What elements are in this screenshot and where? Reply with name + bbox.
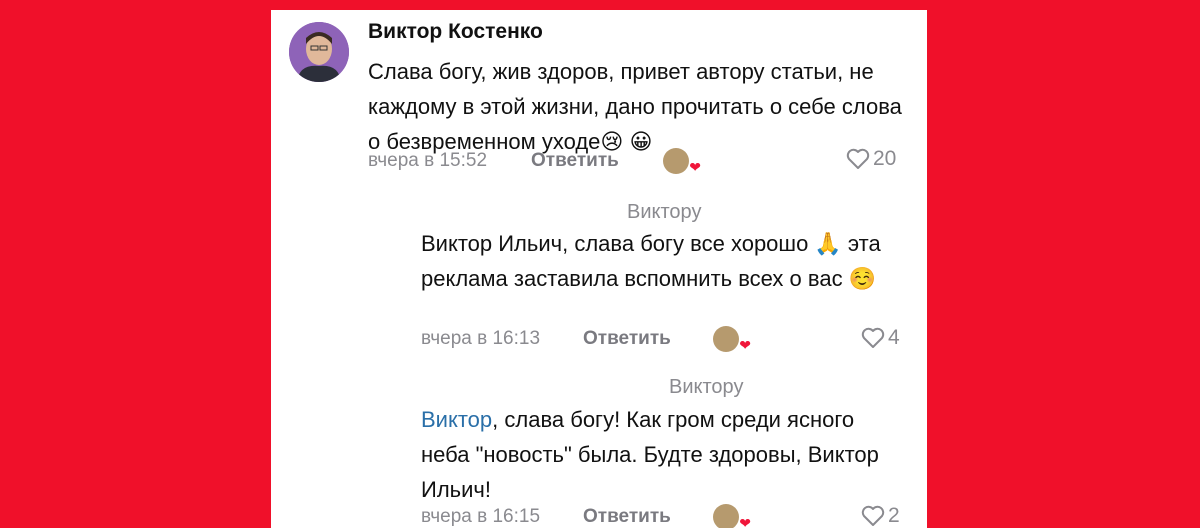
like-button[interactable]: 20 bbox=[846, 147, 896, 171]
heart-icon: ❤ bbox=[739, 515, 751, 528]
comment-timestamp: вчера в 16:15 bbox=[421, 506, 541, 527]
heart-icon: ❤ bbox=[689, 159, 701, 175]
heart-icon: ❤ bbox=[739, 337, 751, 353]
like-count: 2 bbox=[888, 504, 900, 527]
like-button[interactable]: 4 bbox=[861, 326, 900, 350]
comment-timestamp: вчера в 16:13 bbox=[421, 328, 541, 349]
reply-button[interactable]: Ответить bbox=[531, 150, 619, 172]
heart-outline-icon bbox=[846, 148, 870, 169]
comment-text: Виктор Ильич, слава богу все хорошо 🙏 эт… bbox=[421, 231, 881, 291]
heart-outline-icon bbox=[861, 327, 885, 348]
reaction-badge-icon[interactable]: ❤ bbox=[663, 148, 701, 174]
like-count: 20 bbox=[873, 147, 897, 170]
reply-to-label: Виктору bbox=[627, 201, 702, 223]
comment-author[interactable]: Виктор Костенко bbox=[368, 20, 543, 44]
reply-button[interactable]: Ответить bbox=[583, 506, 671, 528]
comment-timestamp: вчера в 15:52 bbox=[368, 150, 488, 171]
like-count: 4 bbox=[888, 326, 900, 349]
reply-button[interactable]: Ответить bbox=[583, 328, 671, 350]
comment-text: Слава богу, жив здоров, привет автору ст… bbox=[368, 59, 902, 154]
reaction-badge-icon[interactable]: ❤ bbox=[713, 504, 751, 528]
heart-outline-icon bbox=[861, 505, 885, 526]
avatar[interactable] bbox=[289, 22, 349, 82]
comment-text: Виктор, слава богу! Как гром среди ясног… bbox=[421, 402, 891, 507]
reply-to-label: Виктору bbox=[669, 376, 744, 398]
reaction-badge-icon[interactable]: ❤ bbox=[713, 326, 751, 352]
mention-link[interactable]: Виктор bbox=[421, 407, 492, 432]
comment-panel: Виктор Костенко Слава богу, жив здоров, … bbox=[271, 10, 927, 528]
like-button[interactable]: 2 bbox=[861, 504, 900, 528]
